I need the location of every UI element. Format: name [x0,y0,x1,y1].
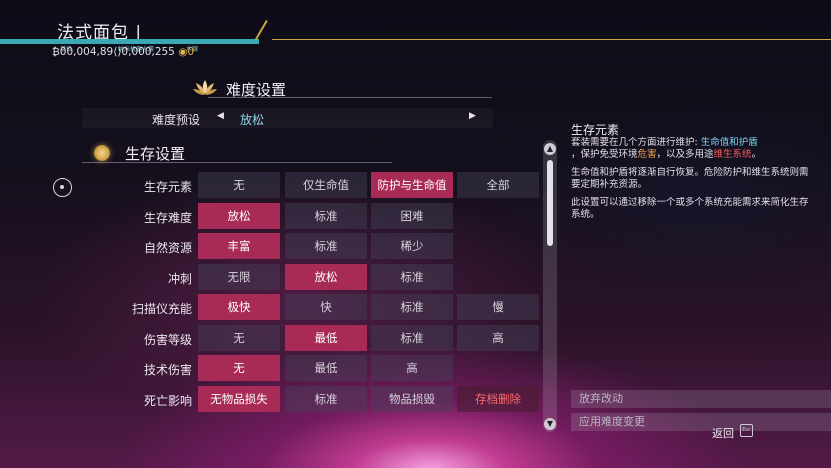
setting-option[interactable]: 标准 [371,294,453,320]
header-divider-slant [255,19,268,40]
setting-option[interactable]: 防护与生命值 [371,172,453,198]
setting-option[interactable]: 仅生命值 [285,172,367,198]
setting-option[interactable]: 高 [371,355,453,381]
info-paragraph-2: 生命值和护盾将逐渐自行恢复。危险防护和维生系统则需 要定期补充资源。 [571,167,809,190]
discard-changes-button[interactable]: 放弃改动 [571,390,831,408]
nanites-value: 0,000,255 [121,46,175,58]
difficulty-title-underline [208,97,492,98]
info-paragraph-1: 套装需要在几个方面进行维护: 生命值和护盾 ，保护免受环境危害，以及多用途维生系… [571,137,762,160]
setting-option[interactable]: 标准 [285,233,367,259]
apply-difficulty-button[interactable]: 应用难度变更 [571,413,831,431]
setting-label: 伤害等级 [143,333,192,347]
difficulty-preset-row[interactable] [82,108,493,128]
info-panel-title: 生存元素 [571,123,620,137]
setting-option[interactable]: 慢 [457,294,539,320]
units-value: ₿00,004,89 [52,46,114,58]
preset-next-arrow-icon[interactable]: ▶ [469,111,476,121]
difficulty-preset-label: 难度预设 [152,113,201,127]
empty-option-slot [457,203,539,229]
back-button[interactable]: 返回 [712,425,734,441]
setting-label: 生存难度 [143,211,192,225]
scroll-thumb[interactable] [547,160,553,246]
setting-option[interactable]: 放松 [285,264,367,290]
setting-option[interactable]: 稀少 [371,233,453,259]
info-paragraph-3: 此设置可以通过移除一个或多个系统充能需求来简化生存 系统。 [571,197,809,220]
setting-option[interactable]: 标准 [371,264,453,290]
setting-option[interactable]: 困难 [371,203,453,229]
scroll-up-icon[interactable]: ▲ [544,143,556,155]
setting-option[interactable]: 最低 [285,325,367,351]
setting-option[interactable]: 存档删除 [457,386,539,412]
setting-option[interactable]: 无 [198,172,280,198]
setting-label: 死亡影响 [143,394,192,408]
cursor-circle-icon [53,178,72,197]
survival-section-icon [94,145,110,161]
setting-option[interactable]: 标准 [285,203,367,229]
setting-option[interactable]: 最低 [285,355,367,381]
quicksilver-value: 0 [187,46,195,58]
setting-option[interactable]: 高 [457,325,539,351]
empty-option-slot [457,264,539,290]
setting-label: 扫描仪充能 [131,302,192,316]
setting-label: 生存元素 [143,180,192,194]
setting-option[interactable]: 无物品损失 [198,386,280,412]
setting-option[interactable]: 标准 [371,325,453,351]
header-gold-line [272,39,831,40]
quicksilver-icon: ◉ [178,46,188,58]
setting-option[interactable]: 无 [198,325,280,351]
survival-section-title: 生存设置 [125,145,186,163]
setting-option[interactable]: 极快 [198,294,280,320]
empty-option-slot [457,355,539,381]
empty-option-slot [457,233,539,259]
setting-option[interactable]: 标准 [285,386,367,412]
setting-option[interactable]: 全部 [457,172,539,198]
lotus-icon [193,80,217,95]
esc-key-icon: Esc [740,424,753,437]
setting-label: 冲刺 [167,272,192,286]
setting-option[interactable]: 无限 [198,264,280,290]
survival-title-underline [82,162,392,163]
setting-label: 技术伤害 [143,363,192,377]
setting-option[interactable]: 物品损毁 [371,386,453,412]
setting-label: 自然资源 [143,241,192,255]
scroll-down-icon[interactable]: ▼ [544,418,556,430]
setting-option[interactable]: 无 [198,355,280,381]
setting-option[interactable]: 快 [285,294,367,320]
currency-bar: ₿00,004,89⟨⟩0,000,255 ◉0 [52,46,194,58]
setting-option[interactable]: 丰富 [198,233,280,259]
difficulty-preset-value[interactable]: 放松 [240,111,264,128]
setting-option[interactable]: 放松 [198,203,280,229]
preset-prev-arrow-icon[interactable]: ◀ [217,111,224,121]
